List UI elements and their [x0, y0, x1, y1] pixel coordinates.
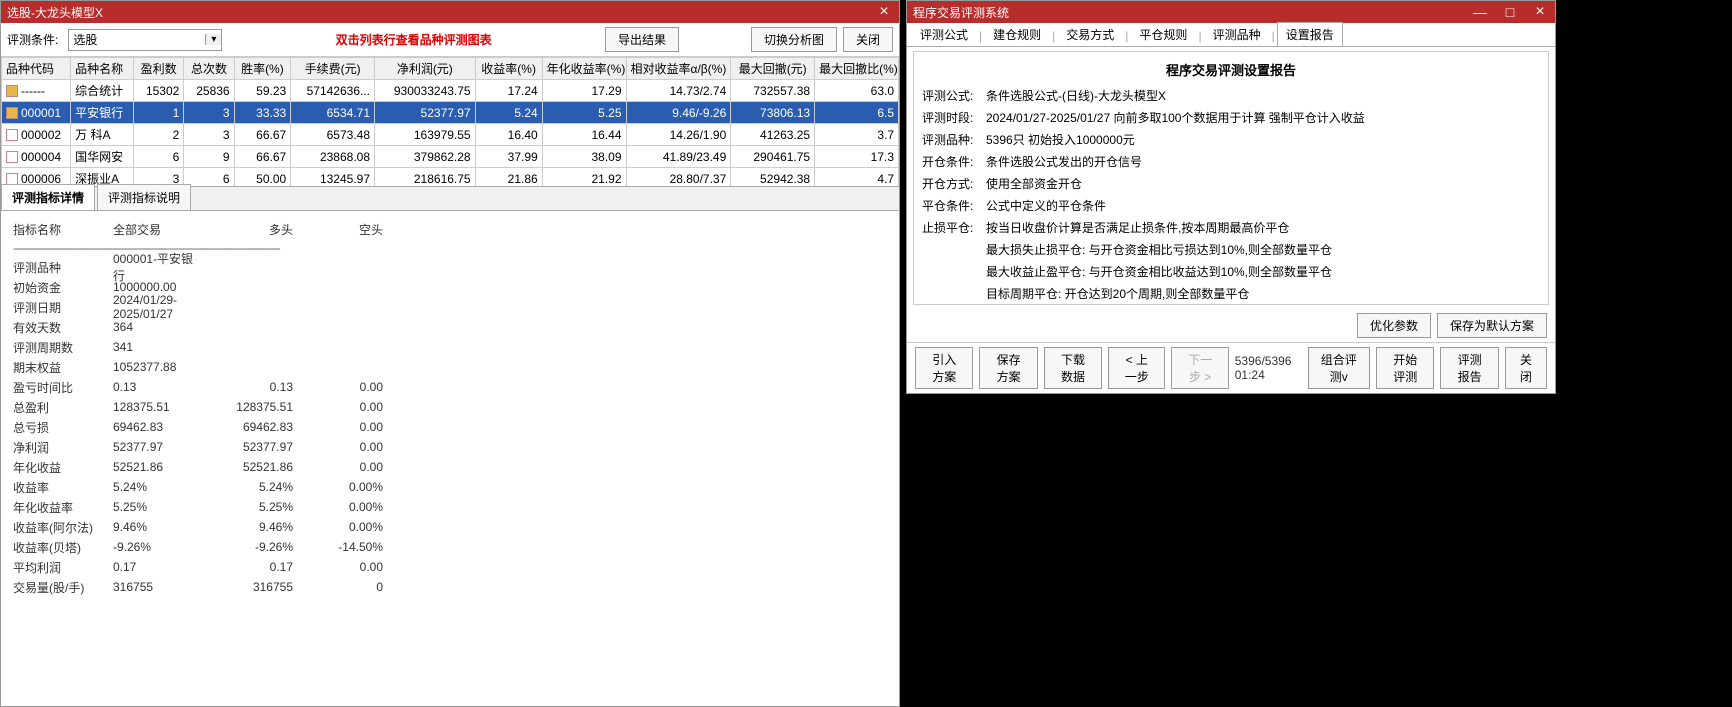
row-icon: [6, 85, 18, 97]
report-line: 评测品种:5396只 初始投入1000000元: [922, 131, 1540, 149]
table-header[interactable]: 年化收益率(%): [542, 58, 626, 80]
report-line: 开仓方式:使用全部资金开仓: [922, 175, 1540, 193]
table-row[interactable]: 000004国华网安6966.6723868.08379862.2837.993…: [2, 146, 899, 168]
tab-metrics-desc[interactable]: 评测指标说明: [97, 184, 191, 210]
detail-row: 收益率(阿尔法)9.46%9.46%0.00%: [13, 517, 887, 537]
chevron-down-icon[interactable]: ▾: [205, 34, 221, 45]
table-row[interactable]: ------综合统计153022583659.2357142636...9300…: [2, 80, 899, 102]
condition-combo[interactable]: 选股 ▾: [68, 29, 222, 51]
footer-bar: 引入方案 保存方案 下载数据 < 上一步 下一步 > 5396/5396 01:…: [907, 342, 1555, 393]
right-title: 程序交易评测系统: [913, 4, 1465, 21]
switch-chart-button[interactable]: 切换分析图: [751, 27, 837, 52]
detail-header-row: 指标名称 全部交易 多头 空头: [13, 219, 887, 239]
results-table[interactable]: 品种代码品种名称盈利数总次数胜率(%)手续费(元)净利润(元)收益率(%)年化收…: [1, 57, 899, 187]
export-button[interactable]: 导出结果: [605, 27, 679, 52]
report-line: 评测公式:条件选股公式-(日线)-大龙头模型X: [922, 87, 1540, 105]
left-title: 选股-大龙头模型X: [7, 4, 869, 21]
detail-row: 收益率(贝塔)-9.26%-9.26%-14.50%: [13, 537, 887, 557]
tab-metrics-detail[interactable]: 评测指标详情: [1, 184, 95, 210]
detail-row: 年化收益52521.8652521.860.00: [13, 457, 887, 477]
right-titlebar[interactable]: 程序交易评测系统 — □ ×: [907, 1, 1555, 23]
settings-tabstrip: 评测公式|建仓规则|交易方式|平仓规则|评测品种|设置报告: [907, 23, 1555, 47]
condition-label: 评测条件:: [7, 31, 58, 48]
detail-tabbar: 评测指标详情 评测指标说明: [1, 187, 899, 211]
table-header[interactable]: 盈利数: [134, 58, 184, 80]
report-heading: 程序交易评测设置报告: [922, 60, 1540, 79]
combo-value: 选股: [73, 31, 97, 48]
tab-3[interactable]: 平仓规则: [1130, 22, 1196, 46]
row-icon: [6, 129, 18, 141]
report-action-bar: 优化参数 保存为默认方案: [907, 309, 1555, 342]
detail-row: 年化收益率5.25%5.25%0.00%: [13, 497, 887, 517]
report-line: 平仓条件:公式中定义的平仓条件: [922, 197, 1540, 215]
maximize-icon[interactable]: □: [1495, 1, 1525, 23]
table-header[interactable]: 最大回撤比(%): [815, 58, 899, 80]
report-body: 程序交易评测设置报告 评测公式:条件选股公式-(日线)-大龙头模型X 评测时段:2…: [913, 51, 1549, 305]
tab-4[interactable]: 评测品种: [1204, 22, 1270, 46]
table-header[interactable]: 手续费(元): [291, 58, 375, 80]
report-line: 开仓条件:条件选股公式发出的开仓信号: [922, 153, 1540, 171]
detail-row: 期末权益1052377.88: [13, 357, 887, 377]
row-icon: [6, 107, 18, 119]
metrics-detail-pane: 指标名称 全部交易 多头 空头 ------------------------…: [1, 211, 899, 706]
results-table-wrap: 品种代码品种名称盈利数总次数胜率(%)手续费(元)净利润(元)收益率(%)年化收…: [1, 57, 899, 187]
combine-eval-button[interactable]: 组合评测v: [1308, 347, 1370, 389]
detail-row: 总盈利128375.51128375.510.00: [13, 397, 887, 417]
minimize-icon[interactable]: —: [1465, 1, 1495, 23]
table-row[interactable]: 000002万 科A2366.676573.48163979.5516.4016…: [2, 124, 899, 146]
save-default-button[interactable]: 保存为默认方案: [1437, 313, 1547, 338]
table-row[interactable]: 000001平安银行1333.336534.7152377.975.245.25…: [2, 102, 899, 124]
report-indent-line: 最大收益止盈平仓: 与开仓资金相比收益达到10%,则全部数量平仓: [922, 263, 1540, 281]
tab-5[interactable]: 设置报告: [1277, 22, 1343, 46]
detail-row: 收益率5.24%5.24%0.00%: [13, 477, 887, 497]
table-header[interactable]: 收益率(%): [475, 58, 542, 80]
close-icon[interactable]: ×: [869, 1, 899, 23]
evaluation-system-window: 程序交易评测系统 — □ × 评测公式|建仓规则|交易方式|平仓规则|评测品种|…: [906, 0, 1556, 394]
detail-row: 有效天数364: [13, 317, 887, 337]
import-scheme-button[interactable]: 引入方案: [915, 347, 973, 389]
left-toolbar: 评测条件: 选股 ▾ 双击列表行查看品种评测图表 导出结果 切换分析图 关闭: [1, 23, 899, 57]
table-header[interactable]: 总次数: [184, 58, 234, 80]
tab-1[interactable]: 建仓规则: [984, 22, 1050, 46]
close-button[interactable]: 关闭: [843, 27, 893, 52]
table-header[interactable]: 最大回撤(元): [731, 58, 815, 80]
detail-row: 交易量(股/手)3167553167550: [13, 577, 887, 597]
report-line: 止损平仓:按当日收盘价计算是否满足止损条件,按本周期最高价平仓: [922, 219, 1540, 237]
stock-selection-window: 选股-大龙头模型X × 评测条件: 选股 ▾ 双击列表行查看品种评测图表 导出结…: [0, 0, 900, 707]
table-header[interactable]: 品种名称: [71, 58, 134, 80]
next-step-button: 下一步 >: [1171, 347, 1228, 389]
tab-2[interactable]: 交易方式: [1057, 22, 1123, 46]
left-titlebar[interactable]: 选股-大龙头模型X ×: [1, 1, 899, 23]
detail-row: 盈亏时间比0.130.130.00: [13, 377, 887, 397]
detail-row: 平均利润0.170.170.00: [13, 557, 887, 577]
detail-row: 净利润52377.9752377.970.00: [13, 437, 887, 457]
hint-text: 双击列表行查看品种评测图表: [228, 31, 599, 48]
report-indent-line: 目标周期平仓: 开仓达到20个周期,则全部数量平仓: [922, 285, 1540, 303]
tab-0[interactable]: 评测公式: [911, 22, 977, 46]
table-header[interactable]: 品种代码: [2, 58, 71, 80]
table-header[interactable]: 胜率(%): [234, 58, 291, 80]
table-header[interactable]: 净利润(元): [375, 58, 476, 80]
start-eval-button[interactable]: 开始评测: [1376, 347, 1434, 389]
prev-step-button[interactable]: < 上一步: [1108, 347, 1165, 389]
save-scheme-button[interactable]: 保存方案: [979, 347, 1037, 389]
detail-row: 评测日期2024/01/29-2025/01/27: [13, 297, 887, 317]
progress-status: 5396/5396 01:24: [1235, 354, 1296, 382]
detail-row: 评测周期数341: [13, 337, 887, 357]
download-data-button[interactable]: 下载数据: [1044, 347, 1102, 389]
detail-row: 总亏损69462.8369462.830.00: [13, 417, 887, 437]
report-indent-line: 最大损失止损平仓: 与开仓资金相比亏损达到10%,则全部数量平仓: [922, 241, 1540, 259]
close-icon[interactable]: ×: [1525, 1, 1555, 23]
row-icon: [6, 151, 18, 163]
eval-report-button[interactable]: 评测报告: [1440, 347, 1498, 389]
detail-row: 评测品种000001-平安银行: [13, 257, 887, 277]
table-header[interactable]: 相对收益率α/β(%): [626, 58, 731, 80]
optimize-params-button[interactable]: 优化参数: [1357, 313, 1431, 338]
close-button[interactable]: 关闭: [1505, 347, 1547, 389]
report-line: 评测时段:2024/01/27-2025/01/27 向前多取100个数据用于计…: [922, 109, 1540, 127]
